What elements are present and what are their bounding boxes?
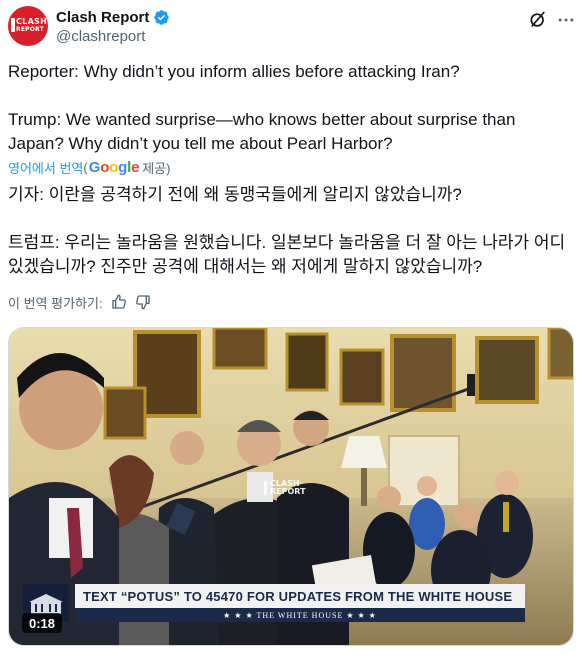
tweet-text-trump: Trump: We wanted surprise—who knows bett… [8,110,516,153]
attribution-open-paren: ( [83,159,88,175]
avatar-logo-text-2: REPORT [16,26,44,33]
thumbs-down-icon[interactable] [135,294,151,310]
translated-text-reporter: 기자: 이란을 공격하기 전에 왜 동맹국들에게 알리지 않았습니까? [8,185,462,204]
translated-text: 기자: 이란을 공격하기 전에 왜 동맹국들에게 알리지 않았습니까? 트럼프:… [8,183,568,279]
chyron-sub: ★ ★ ★ THE WHITE HOUSE ★ ★ ★ [75,608,525,622]
avatar[interactable]: CLASH REPORT [8,6,48,46]
rate-translation: 이 번역 평가하기: [8,292,151,312]
translation-attribution: 영어에서 번역 ( Google 제공) [8,157,170,177]
verified-badge-icon[interactable] [153,9,170,26]
display-name-row: Clash Report [56,8,170,26]
display-name[interactable]: Clash Report [56,9,149,26]
translated-text-trump: 트럼프: 우리는 놀라움을 원했습니다. 일본보다 놀라움을 더 잘 아는 나라… [8,233,566,276]
chyron-sub-text: ★ ★ ★ THE WHITE HOUSE ★ ★ ★ [223,610,377,620]
tweet-text: Reporter: Why didn’t you inform allies b… [8,60,568,156]
chyron-main-text: TEXT “POTUS” TO 45470 FOR UPDATES FROM T… [83,588,513,604]
user-handle[interactable]: @clashreport [56,28,145,45]
video-player[interactable]: CLASH REPORT TEXT “POTUS” TO 45470 FOR U… [8,327,574,646]
watermark-text-2: REPORT [270,487,306,496]
tweet-text-reporter: Reporter: Why didn’t you inform allies b… [8,62,460,81]
google-logo: Google [88,158,140,176]
attribution-provided: 제공) [142,160,171,176]
news-chyron: TEXT “POTUS” TO 45470 FOR UPDATES FROM T… [75,584,525,622]
grok-icon[interactable] [528,10,548,30]
rate-translation-label: 이 번역 평가하기: [8,295,103,311]
video-duration-badge: 0:18 [22,613,63,633]
tweet-header: CLASH REPORT Clash Report @clashreport [8,6,576,48]
clash-report-watermark: CLASH REPORT [264,480,306,496]
thumbs-up-icon[interactable] [111,294,127,310]
avatar-logo-text-1: CLASH [16,17,48,26]
translated-from-link[interactable]: 영어에서 번역 [8,158,83,177]
chyron-main: TEXT “POTUS” TO 45470 FOR UPDATES FROM T… [75,584,525,608]
avatar-logo-mark [11,18,15,32]
more-icon[interactable] [556,10,576,30]
